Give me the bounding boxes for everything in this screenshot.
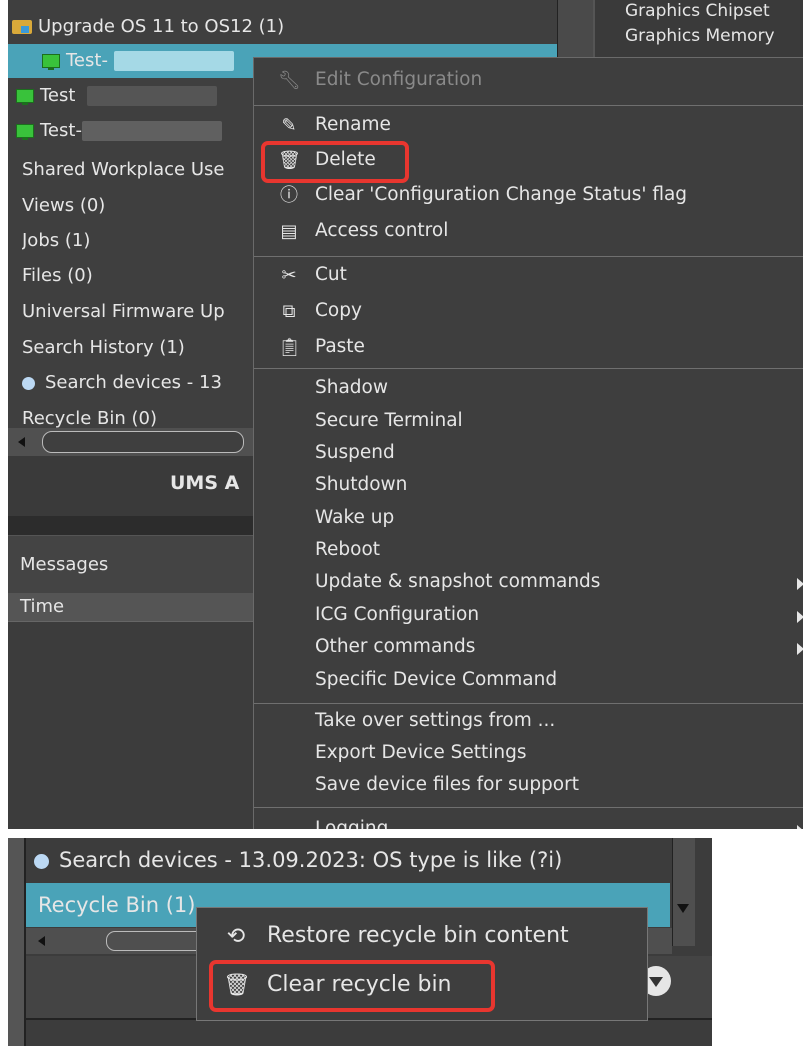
copy-icon: ⧉ [282, 301, 296, 322]
menu-item-suspend[interactable]: Suspend [254, 437, 803, 471]
menu-item-copy[interactable]: ⧉ Copy [254, 295, 803, 329]
menu-item-access-control[interactable]: ▤ Access control [254, 215, 803, 249]
restore-icon: ⟲ [226, 924, 246, 949]
device-context-menu: 🔧︎ Edit Configuration ✎ Rename 🗑︎ Delete… [253, 57, 803, 829]
left-frame [8, 838, 26, 1046]
delete-highlight-box [261, 141, 409, 183]
menu-separator [254, 105, 803, 106]
monitor-icon [16, 124, 34, 140]
menu-item-reboot[interactable]: Reboot [254, 534, 803, 568]
menu-item-shadow[interactable]: Shadow [254, 372, 803, 406]
menu-separator [254, 256, 803, 257]
tree-item-views[interactable]: Views (0) [22, 189, 252, 223]
menu-item-paste[interactable]: 📋︎ Paste [254, 331, 803, 365]
menu-item-specific-device-command[interactable]: Specific Device Command [254, 664, 803, 698]
wrench-icon: 🔧︎ [278, 70, 301, 91]
menu-item-other-commands[interactable]: Other commands [254, 631, 803, 665]
menu-item-wake-up[interactable]: Wake up [254, 502, 803, 536]
tree-item-jobs[interactable]: Jobs (1) [22, 224, 252, 258]
messages-title: Messages [20, 554, 109, 575]
tree-item-universal-firmware[interactable]: Universal Firmware Up [22, 295, 252, 329]
scroll-down-arrow-icon[interactable] [677, 904, 689, 913]
tree-item-files[interactable]: Files (0) [22, 259, 252, 293]
menu-item-logging[interactable]: Logging [254, 813, 803, 829]
menu-item-cut[interactable]: ✂ Cut [254, 259, 803, 293]
device-info-panel: Graphics Chipset Graphics Memory [593, 0, 803, 60]
submenu-arrow-icon [797, 578, 803, 590]
menu-item-restore-recycle-bin[interactable]: ⟲ Restore recycle bin content [197, 915, 647, 959]
scissors-icon: ✂ [281, 265, 297, 286]
menu-item-save-device-files[interactable]: Save device files for support [254, 769, 803, 803]
redacted-name [81, 121, 222, 141]
tree-item-shared-workplace[interactable]: Shared Workplace Use [22, 153, 252, 187]
scroll-left-arrow-icon[interactable] [38, 936, 45, 946]
id-card-icon: ▤ [280, 221, 298, 242]
monitor-icon [16, 89, 34, 105]
menu-separator [254, 807, 803, 808]
menu-item-take-over-settings[interactable]: Take over settings from ... [254, 705, 803, 739]
menu-item-update-snapshot[interactable]: Update & snapshot commands [254, 566, 803, 600]
submenu-arrow-icon [797, 611, 803, 623]
menu-separator [254, 703, 803, 704]
menu-item-shutdown[interactable]: Shutdown [254, 469, 803, 503]
vertical-scrollbar[interactable] [672, 838, 695, 946]
info-circle-icon: ⓘ [280, 185, 298, 206]
clipboard-icon: 📋︎ [278, 337, 301, 358]
column-time[interactable]: Time [20, 596, 64, 617]
recycle-bin-screenshot: Search devices - 13.09.2023: OS type is … [8, 838, 712, 1046]
scroll-left-arrow-icon[interactable] [18, 437, 25, 447]
menu-item-rename[interactable]: ✎ Rename [254, 109, 803, 143]
menu-separator [254, 368, 803, 369]
tree-item-upgrade-folder[interactable]: Upgrade OS 11 to OS12 (1) [12, 10, 557, 44]
submenu-arrow-icon [797, 643, 803, 655]
redacted-name [113, 51, 234, 71]
scrollbar-thumb[interactable] [42, 431, 244, 453]
folder-icon [12, 20, 32, 34]
menu-item-icg-configuration[interactable]: ICG Configuration [254, 599, 803, 633]
recycle-bin-context-menu: ⟲ Restore recycle bin content 🗑︎ Clear r… [196, 907, 648, 1021]
monitor-icon [42, 54, 60, 70]
redacted-name [87, 86, 218, 106]
tree-item-search-devices-full[interactable]: Search devices - 13.09.2023: OS type is … [28, 838, 678, 882]
tree-item-search-history[interactable]: Search History (1) [22, 331, 252, 365]
submenu-arrow-icon [797, 825, 803, 829]
info-graphics-chipset: Graphics Chipset [625, 1, 770, 21]
search-icon [34, 853, 49, 869]
pencil-icon: ✎ [281, 115, 297, 136]
tree-item-search-devices[interactable]: Search devices - 13 [22, 366, 252, 400]
menu-item-edit-configuration[interactable]: 🔧︎ Edit Configuration [254, 64, 803, 98]
menu-item-export-device-settings[interactable]: Export Device Settings [254, 737, 803, 771]
info-graphics-memory: Graphics Memory [625, 26, 775, 46]
device-tree-screenshot: Upgrade OS 11 to OS12 (1) Test- Test Tes… [8, 0, 803, 829]
menu-item-secure-terminal[interactable]: Secure Terminal [254, 405, 803, 439]
menu-item-clear-config-flag[interactable]: ⓘ Clear 'Configuration Change Status' fl… [254, 179, 803, 213]
clear-recycle-bin-highlight-box [209, 960, 495, 1012]
search-icon [22, 376, 35, 390]
